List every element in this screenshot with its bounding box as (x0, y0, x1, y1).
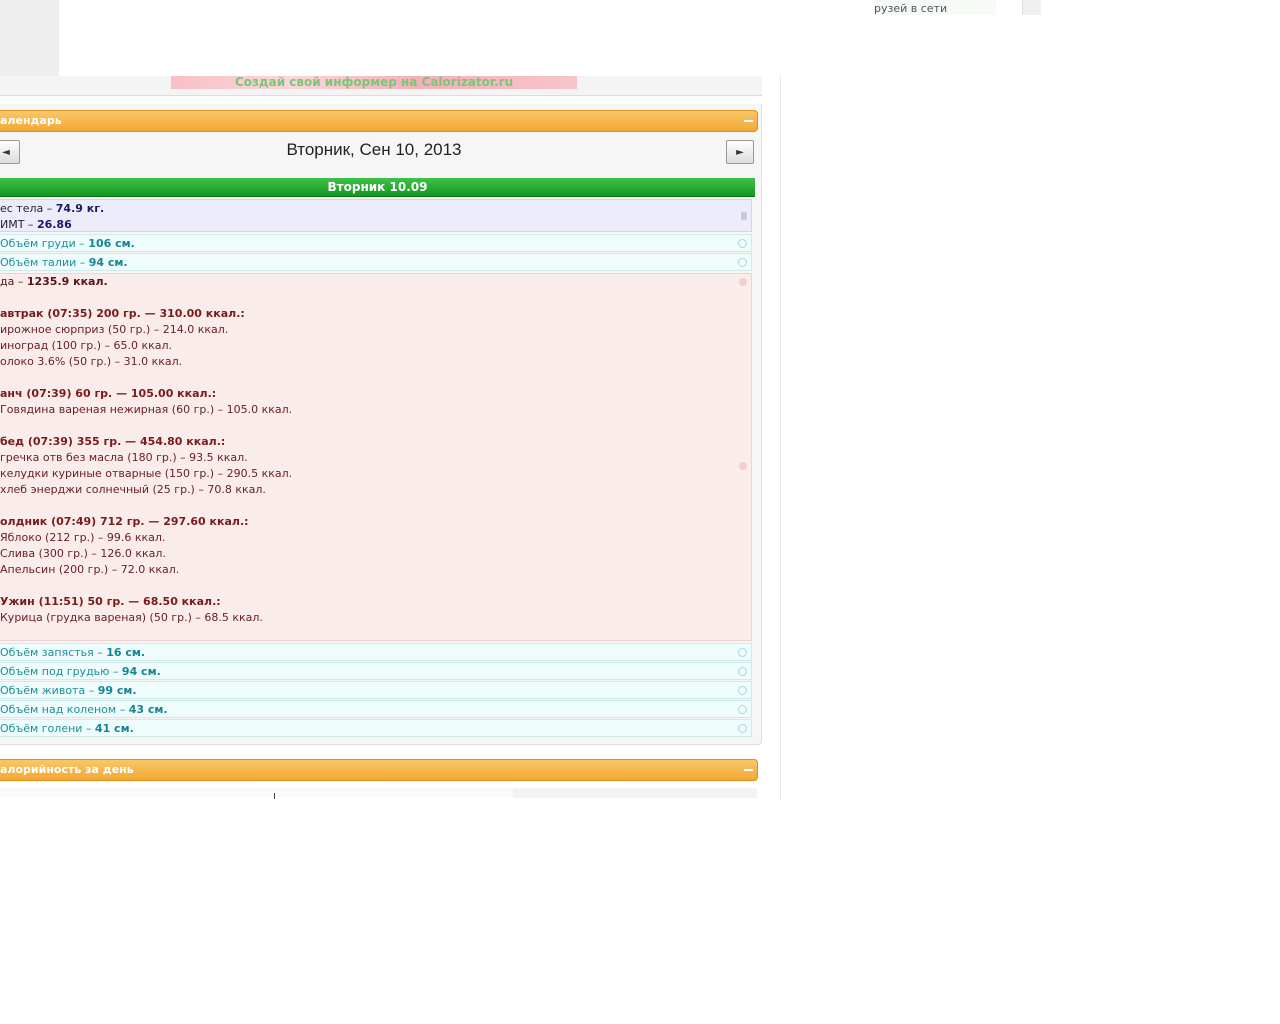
measurement-row-waist[interactable]: Объём талии – 94 см. (0, 253, 752, 271)
measure-tape-icon[interactable] (738, 648, 747, 657)
measurement-value: 99 см. (97, 684, 137, 697)
food-item: Слива (300 гр.) – 126.0 ккал. (0, 547, 166, 560)
measurement-label: Объём запястья – (0, 646, 107, 659)
food-item: Яблоко (212 гр.) – 99.6 ккал. (0, 531, 166, 544)
food-item: Говядина вареная нежирная (60 гр.) – 105… (0, 403, 293, 416)
meal-header: Ужин (11:51) 50 гр. — 68.50 ккал.: (0, 595, 221, 608)
measure-tape-icon[interactable] (738, 258, 747, 267)
measure-tape-icon[interactable] (738, 667, 747, 676)
calorie-section-title: алорийность за день (0, 763, 134, 776)
food-item: иноград (100 гр.) – 65.0 ккал. (0, 339, 173, 352)
bmi-line: ИМТ – 26.86 (0, 217, 751, 233)
chart-tick (274, 793, 275, 799)
apple-icon[interactable] (739, 462, 747, 470)
measurement-value: 94 см. (121, 665, 161, 678)
food-item: хлеб энерджи солнечный (25 гр.) – 70.8 к… (0, 483, 266, 496)
meal-header: анч (07:39) 60 гр. — 105.00 ккал.: (0, 387, 217, 400)
measurement-value: 41 см. (94, 722, 134, 735)
measurement-label: Объём над коленом – (0, 703, 129, 716)
calorie-section-header[interactable]: алорийность за день (0, 759, 758, 781)
weight-value: 74.9 кг. (55, 202, 105, 215)
measurement-row-calf[interactable]: Объём голени – 41 см. (0, 719, 752, 737)
measure-tape-icon[interactable] (738, 686, 747, 695)
day-bar: Вторник 10.09 (0, 178, 755, 197)
measurement-value: 16 см. (106, 646, 146, 659)
food-summary: да – 1235.9 ккал. (0, 275, 108, 288)
friends-online-label[interactable]: рузей в сети (874, 0, 996, 15)
calendar-section-header[interactable]: алендарь (0, 110, 758, 132)
food-item: олоко 3.6% (50 гр.) – 31.0 ккал. (0, 355, 183, 368)
food-item: Курица (грудка вареная) (50 гр.) – 68.5 … (0, 611, 263, 624)
measurement-row-underbust[interactable]: Объём под грудью – 94 см. (0, 662, 752, 680)
collapse-minus-icon[interactable] (744, 769, 753, 771)
bmi-label: ИМТ – (0, 218, 37, 231)
measurement-row-wrist[interactable]: Объём запястья – 16 см. (0, 643, 752, 661)
food-item: ирожное сюрприз (50 гр.) – 214.0 ккал. (0, 323, 229, 336)
next-day-button[interactable]: ► (726, 140, 754, 164)
weight-edit-icon[interactable] (741, 212, 747, 220)
measurement-label: Объём груди – (0, 237, 89, 250)
measurement-value: 106 см. (88, 237, 135, 250)
food-row[interactable]: да – 1235.9 ккал. автрак (07:35) 200 гр.… (0, 273, 752, 641)
measurement-row-belly[interactable]: Объём живота – 99 см. (0, 681, 752, 699)
bmi-value: 26.86 (36, 218, 72, 231)
food-item: гречка отв без масла (180 гр.) – 93.5 кк… (0, 451, 248, 464)
food-item: Апельсин (200 гр.) – 72.0 ккал. (0, 563, 180, 576)
collapse-minus-icon[interactable] (744, 120, 753, 122)
apple-icon[interactable] (739, 278, 747, 286)
measure-tape-icon[interactable] (738, 239, 747, 248)
meal-header: бед (07:39) 355 гр. — 454.80 ккал.: (0, 435, 226, 448)
prev-day-button[interactable]: ◄ (0, 140, 20, 164)
column-divider (780, 76, 781, 800)
measurement-row-above-knee[interactable]: Объём над коленом – 43 см. (0, 700, 752, 718)
meal-header: автрак (07:35) 200 гр. — 310.00 ккал.: (0, 307, 245, 320)
weight-row[interactable]: ес тела – 74.9 кг. ИМТ – 26.86 (0, 199, 752, 232)
weight-label: ес тела – (0, 202, 56, 215)
measurement-label: Объём под грудью – (0, 665, 122, 678)
measurement-label: Объём живота – (0, 684, 98, 697)
measurement-value: 43 см. (128, 703, 168, 716)
friends-scrollbar[interactable] (1022, 0, 1041, 15)
meal-header: олдник (07:49) 712 гр. — 297.60 ккал.: (0, 515, 249, 528)
informer-banner[interactable]: Создай свой информер на Calorizator.ru (171, 76, 577, 89)
measure-tape-icon[interactable] (738, 724, 747, 733)
measurement-label: Объём голени – (0, 722, 95, 735)
measurement-label: Объём талии – (0, 256, 89, 269)
food-item: келудки куриные отварные (150 гр.) – 290… (0, 467, 293, 480)
measurement-row-chest[interactable]: Объём груди – 106 см. (0, 234, 752, 252)
weight-line: ес тела – 74.9 кг. (0, 201, 751, 217)
calendar-section-title: алендарь (0, 114, 62, 127)
measurement-value: 94 см. (88, 256, 128, 269)
date-title: Вторник, Сен 10, 2013 (286, 140, 462, 159)
calorie-chart-band (513, 788, 757, 798)
measure-tape-icon[interactable] (738, 705, 747, 714)
